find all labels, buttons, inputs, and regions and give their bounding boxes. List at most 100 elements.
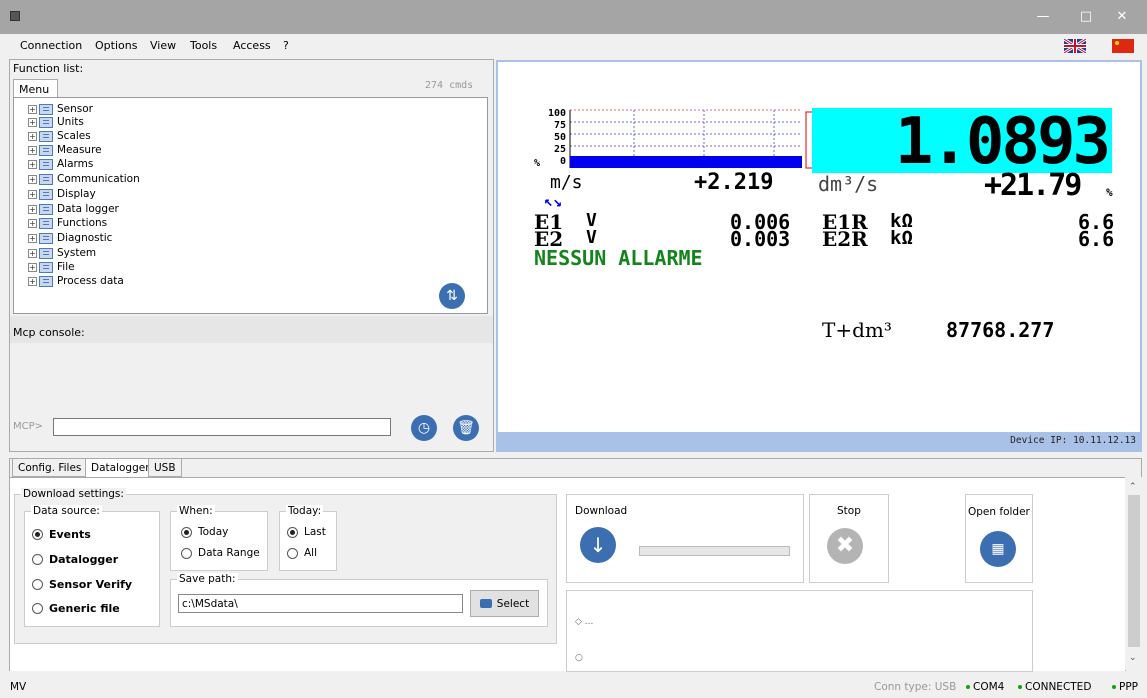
tree-item-file[interactable]: + File bbox=[28, 260, 75, 274]
device-ip: Device IP: 10.11.12.13 bbox=[1010, 435, 1136, 446]
log-area: ◇ ... ○ bbox=[566, 590, 1033, 672]
folder-icon bbox=[479, 599, 492, 608]
radio-datalogger[interactable]: Datalogger bbox=[32, 553, 118, 566]
download-icon[interactable]: ↓ bbox=[580, 527, 616, 563]
today-group: Today: Last All bbox=[279, 505, 337, 571]
expand-icon[interactable]: + bbox=[28, 117, 37, 127]
save-path-input[interactable] bbox=[178, 594, 463, 613]
folder-icon bbox=[39, 247, 53, 259]
tree-item-data-logger[interactable]: + Data logger bbox=[28, 202, 119, 216]
expand-icon[interactable]: + bbox=[28, 174, 37, 184]
open-folder-icon[interactable]: ▦ bbox=[980, 531, 1016, 567]
direction-arrows-icon: ↖↘ bbox=[544, 192, 563, 210]
tree-item-alarms[interactable]: + Alarms bbox=[28, 157, 93, 171]
expand-icon[interactable]: + bbox=[28, 233, 37, 243]
menu-connection[interactable]: Connection bbox=[20, 39, 82, 52]
ppp-status: PPP bbox=[1112, 681, 1138, 693]
expand-icon[interactable]: + bbox=[28, 145, 37, 155]
download-settings-label: Download settings: bbox=[21, 488, 126, 500]
mcp-console-label: Mcp console: bbox=[13, 326, 85, 339]
radio-today[interactable]: Today bbox=[181, 526, 228, 538]
menu-view[interactable]: View bbox=[150, 39, 176, 52]
status-left: MV bbox=[10, 681, 27, 693]
menu-tools[interactable]: Tools bbox=[190, 39, 217, 52]
tree-item-system[interactable]: + System bbox=[28, 246, 96, 260]
expand-icon[interactable]: + bbox=[28, 204, 37, 214]
tab-usb[interactable]: USB bbox=[148, 458, 182, 477]
trash-icon[interactable]: 🗑 bbox=[453, 415, 479, 441]
menu-access[interactable]: Access bbox=[233, 39, 271, 52]
tree-item-display[interactable]: + Display bbox=[28, 187, 96, 201]
scrollbar[interactable]: ⌃ ⌄ bbox=[1126, 477, 1142, 671]
tab-menu[interactable]: Menu bbox=[13, 79, 58, 97]
tab-datalogger[interactable]: Datalogger bbox=[85, 458, 156, 477]
radio-last[interactable]: Last bbox=[287, 526, 326, 538]
app-icon bbox=[10, 11, 20, 21]
save-path-group: Save path: Select bbox=[170, 573, 548, 627]
bottom-panel: Config. Files Datalogger USB Download se… bbox=[9, 458, 1142, 672]
folder-icon bbox=[39, 173, 53, 185]
tree-item-process-data[interactable]: + Process data bbox=[28, 274, 124, 288]
tree-item-sensor[interactable]: + Sensor bbox=[28, 102, 93, 116]
open-folder-card: Open folder ▦ bbox=[965, 494, 1033, 583]
tree-item-communication[interactable]: + Communication bbox=[28, 172, 140, 186]
function-tree: + Sensor + Units + Scales + Measure + Alarms … bbox=[13, 97, 488, 314]
mcp-input[interactable] bbox=[53, 418, 391, 436]
flow-unit: m/s bbox=[550, 172, 583, 193]
open-folder-label: Open folder bbox=[968, 506, 1030, 518]
expand-icon[interactable]: + bbox=[28, 276, 37, 286]
radio-sensor-verify[interactable]: Sensor Verify bbox=[32, 578, 132, 591]
maximize-icon[interactable]: □ bbox=[1068, 0, 1104, 34]
e2r-value: 6.6 bbox=[1078, 227, 1115, 251]
tree-item-diagnostic[interactable]: + Diagnostic bbox=[28, 231, 112, 245]
scroll-up-icon[interactable]: ⌃ bbox=[1129, 482, 1137, 492]
scroll-down-icon[interactable]: ⌄ bbox=[1129, 653, 1137, 663]
folder-icon bbox=[39, 158, 53, 170]
china-flag-icon[interactable] bbox=[1112, 39, 1134, 53]
datalogger-content: Download settings: Data source: Events D… bbox=[10, 477, 1125, 672]
today-label: Today: bbox=[286, 505, 324, 517]
totalizer-label: T+dm³ bbox=[822, 318, 892, 342]
bar-graph bbox=[569, 109, 817, 169]
uk-flag-icon[interactable] bbox=[1064, 39, 1086, 53]
expand-icon[interactable]: + bbox=[28, 248, 37, 258]
expand-icon[interactable]: + bbox=[28, 189, 37, 199]
folder-icon bbox=[39, 116, 53, 128]
e2r-unit: kΩ bbox=[890, 227, 913, 249]
expand-icon[interactable]: + bbox=[28, 218, 37, 228]
menu-options[interactable]: Options bbox=[95, 39, 137, 52]
menu-help[interactable]: ? bbox=[283, 39, 289, 52]
tree-item-units[interactable]: + Units bbox=[28, 115, 84, 129]
refresh-icon[interactable]: ⇅ bbox=[439, 283, 465, 309]
tree-item-functions[interactable]: + Functions bbox=[28, 216, 107, 230]
stop-icon[interactable]: ✖ bbox=[827, 528, 863, 564]
radio-all[interactable]: All bbox=[287, 547, 317, 559]
expand-icon[interactable]: + bbox=[28, 159, 37, 169]
download-label: Download bbox=[575, 505, 628, 517]
close-icon[interactable]: ✕ bbox=[1104, 0, 1140, 34]
minimize-icon[interactable]: — bbox=[1025, 0, 1061, 34]
tree-item-measure[interactable]: + Measure bbox=[28, 143, 102, 157]
when-group: When: Today Data Range bbox=[170, 505, 268, 571]
data-source-label: Data source: bbox=[31, 505, 102, 517]
bar-percent-sign: % bbox=[534, 158, 541, 169]
tree-item-scales[interactable]: + Scales bbox=[28, 129, 91, 143]
radio-generic-file[interactable]: Generic file bbox=[32, 602, 120, 615]
scroll-thumb[interactable] bbox=[1128, 495, 1140, 647]
radio-data-range[interactable]: Data Range bbox=[181, 547, 260, 559]
status-dot-icon bbox=[966, 685, 970, 689]
bar-scale: 100 75 50 25 0 bbox=[547, 108, 566, 167]
download-progress bbox=[639, 546, 790, 556]
download-card: Download ↓ bbox=[566, 494, 804, 583]
expand-icon[interactable]: + bbox=[28, 131, 37, 141]
title-bar: — □ ✕ bbox=[0, 0, 1147, 34]
data-source-group: Data source: Events Datalogger Sensor Ve… bbox=[24, 505, 160, 627]
tab-config-files[interactable]: Config. Files bbox=[12, 458, 88, 477]
expand-icon[interactable]: + bbox=[28, 262, 37, 272]
volume-unit: dm³/s bbox=[818, 172, 879, 196]
expand-icon[interactable]: + bbox=[28, 104, 37, 114]
ip-bar: Device IP: 10.11.12.13 bbox=[498, 432, 1140, 450]
select-button[interactable]: Select bbox=[470, 590, 539, 617]
clock-icon[interactable]: ◷ bbox=[411, 415, 437, 441]
radio-events[interactable]: Events bbox=[32, 528, 91, 541]
